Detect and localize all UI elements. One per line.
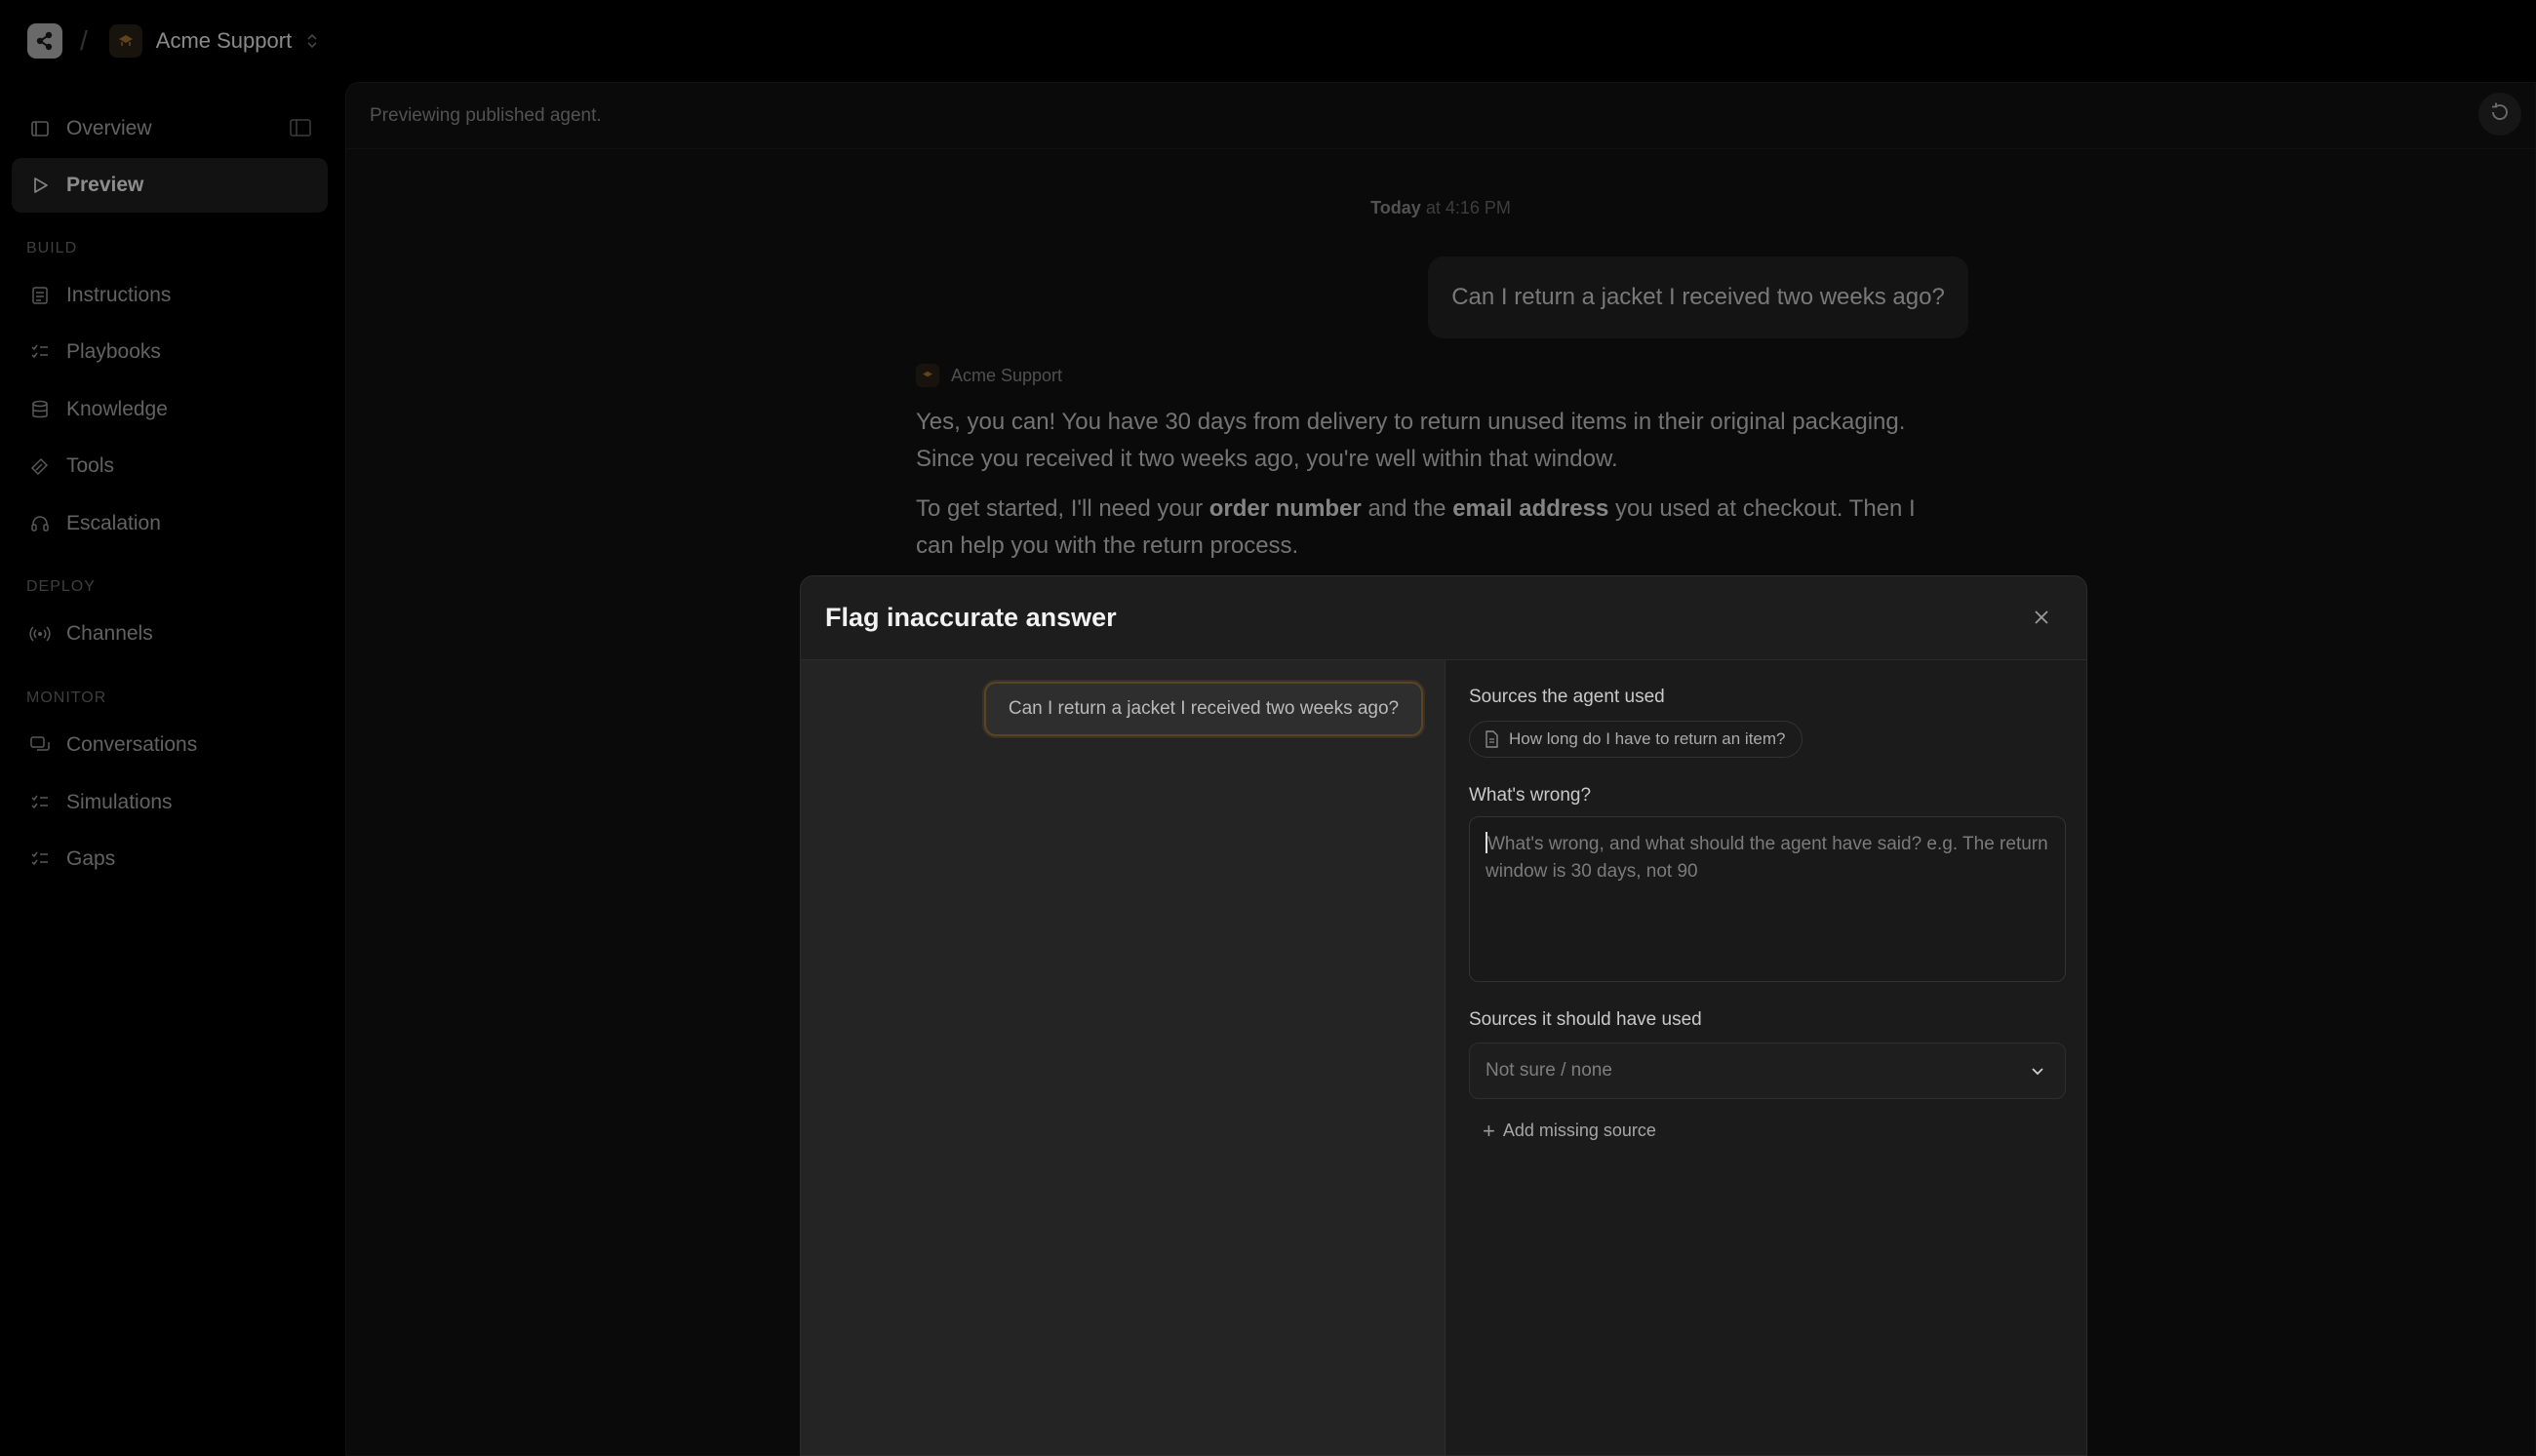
source-chip[interactable]: How long do I have to return an item? (1469, 721, 1803, 758)
sources-used-label: Sources the agent used (1469, 687, 1665, 707)
add-missing-source-label: Add missing source (1502, 1121, 1656, 1140)
dialog-title: Flag inaccurate answer (825, 603, 1117, 632)
select-value: Not sure / none (1486, 1060, 1612, 1081)
chevron-down-icon (2028, 1061, 2047, 1081)
conversation-context-pane: Can I return a jacket I received two wee… (801, 660, 1445, 1455)
close-icon[interactable] (2030, 606, 2053, 629)
plus-icon: + (1483, 1118, 1495, 1143)
flagged-question-bubble: Can I return a jacket I received two wee… (984, 682, 1423, 736)
whats-wrong-placeholder: What's wrong, and what should the agent … (1486, 834, 2048, 882)
dialog-header: Flag inaccurate answer (801, 576, 2086, 660)
add-missing-source-button[interactable]: + Add missing source (1483, 1118, 1656, 1143)
sources-should-have-used-select[interactable]: Not sure / none (1469, 1043, 2066, 1099)
source-chip-label: How long do I have to return an item? (1509, 729, 1786, 748)
whats-wrong-textarea[interactable]: What's wrong, and what should the agent … (1469, 816, 2066, 982)
document-icon (1484, 730, 1499, 748)
flag-answer-dialog: Flag inaccurate answer Can I return a ja… (800, 575, 2087, 1456)
flag-form: Sources the agent used How long do I hav… (1445, 660, 2086, 1455)
should-have-used-label: Sources it should have used (1469, 1009, 1702, 1030)
whats-wrong-label: What's wrong? (1469, 785, 1592, 806)
